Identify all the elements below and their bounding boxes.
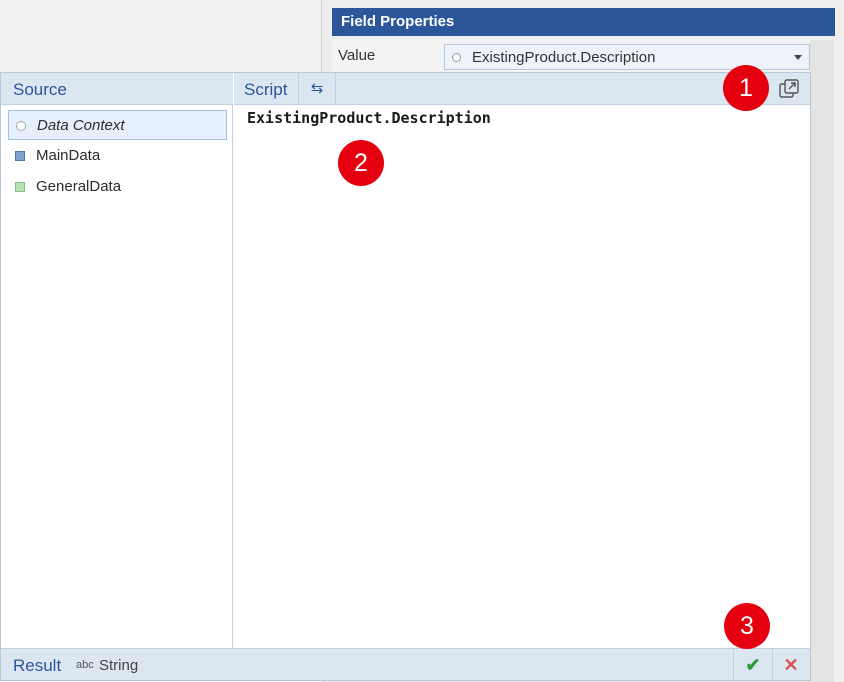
result-type: String (99, 657, 139, 674)
background-left (0, 0, 322, 72)
background-strip (810, 40, 834, 682)
confirm-button[interactable]: ✔ (737, 652, 769, 678)
source-header: Source (1, 73, 233, 105)
source-item-generaldata[interactable]: GeneralData (8, 172, 227, 202)
result-bar: Result abc String ✔ ✕ (1, 648, 810, 680)
callout-marker-1: 1 (723, 65, 769, 111)
script-editor-dialog: Source Data Context MainData GeneralData… (0, 72, 811, 681)
popout-icon[interactable] (777, 78, 801, 100)
callout-marker-2: 2 (338, 140, 384, 186)
callout-marker-3: 3 (724, 603, 770, 649)
cancel-button[interactable]: ✕ (776, 652, 806, 678)
source-item-label: Data Context (37, 117, 125, 134)
green-square-icon (15, 182, 25, 192)
source-title: Source (13, 80, 67, 99)
divider (772, 649, 773, 680)
source-item-label: GeneralData (36, 178, 122, 195)
value-dropdown-text: ExistingProduct.Description (472, 49, 656, 66)
circle-icon (16, 121, 26, 131)
script-code[interactable]: ExistingProduct.Description (247, 109, 491, 127)
chevron-down-icon[interactable] (794, 55, 802, 60)
script-editor[interactable]: ExistingProduct.Description (234, 105, 810, 648)
field-properties-header: Field Properties (332, 8, 835, 36)
source-panel: Data Context MainData GeneralData (1, 105, 233, 648)
blue-square-icon (15, 151, 25, 161)
swap-icon[interactable]: ⇆ (306, 79, 328, 99)
source-item-data-context[interactable]: Data Context (8, 110, 227, 140)
source-item-label: MainData (36, 147, 101, 164)
value-label: Value (338, 47, 376, 64)
divider (298, 73, 299, 104)
string-type-icon: abc (76, 659, 94, 671)
divider (335, 73, 336, 104)
result-label: Result (13, 656, 62, 675)
source-item-maindata[interactable]: MainData (8, 141, 227, 171)
circle-icon (452, 53, 461, 62)
divider (733, 649, 734, 680)
script-title: Script (244, 80, 288, 99)
